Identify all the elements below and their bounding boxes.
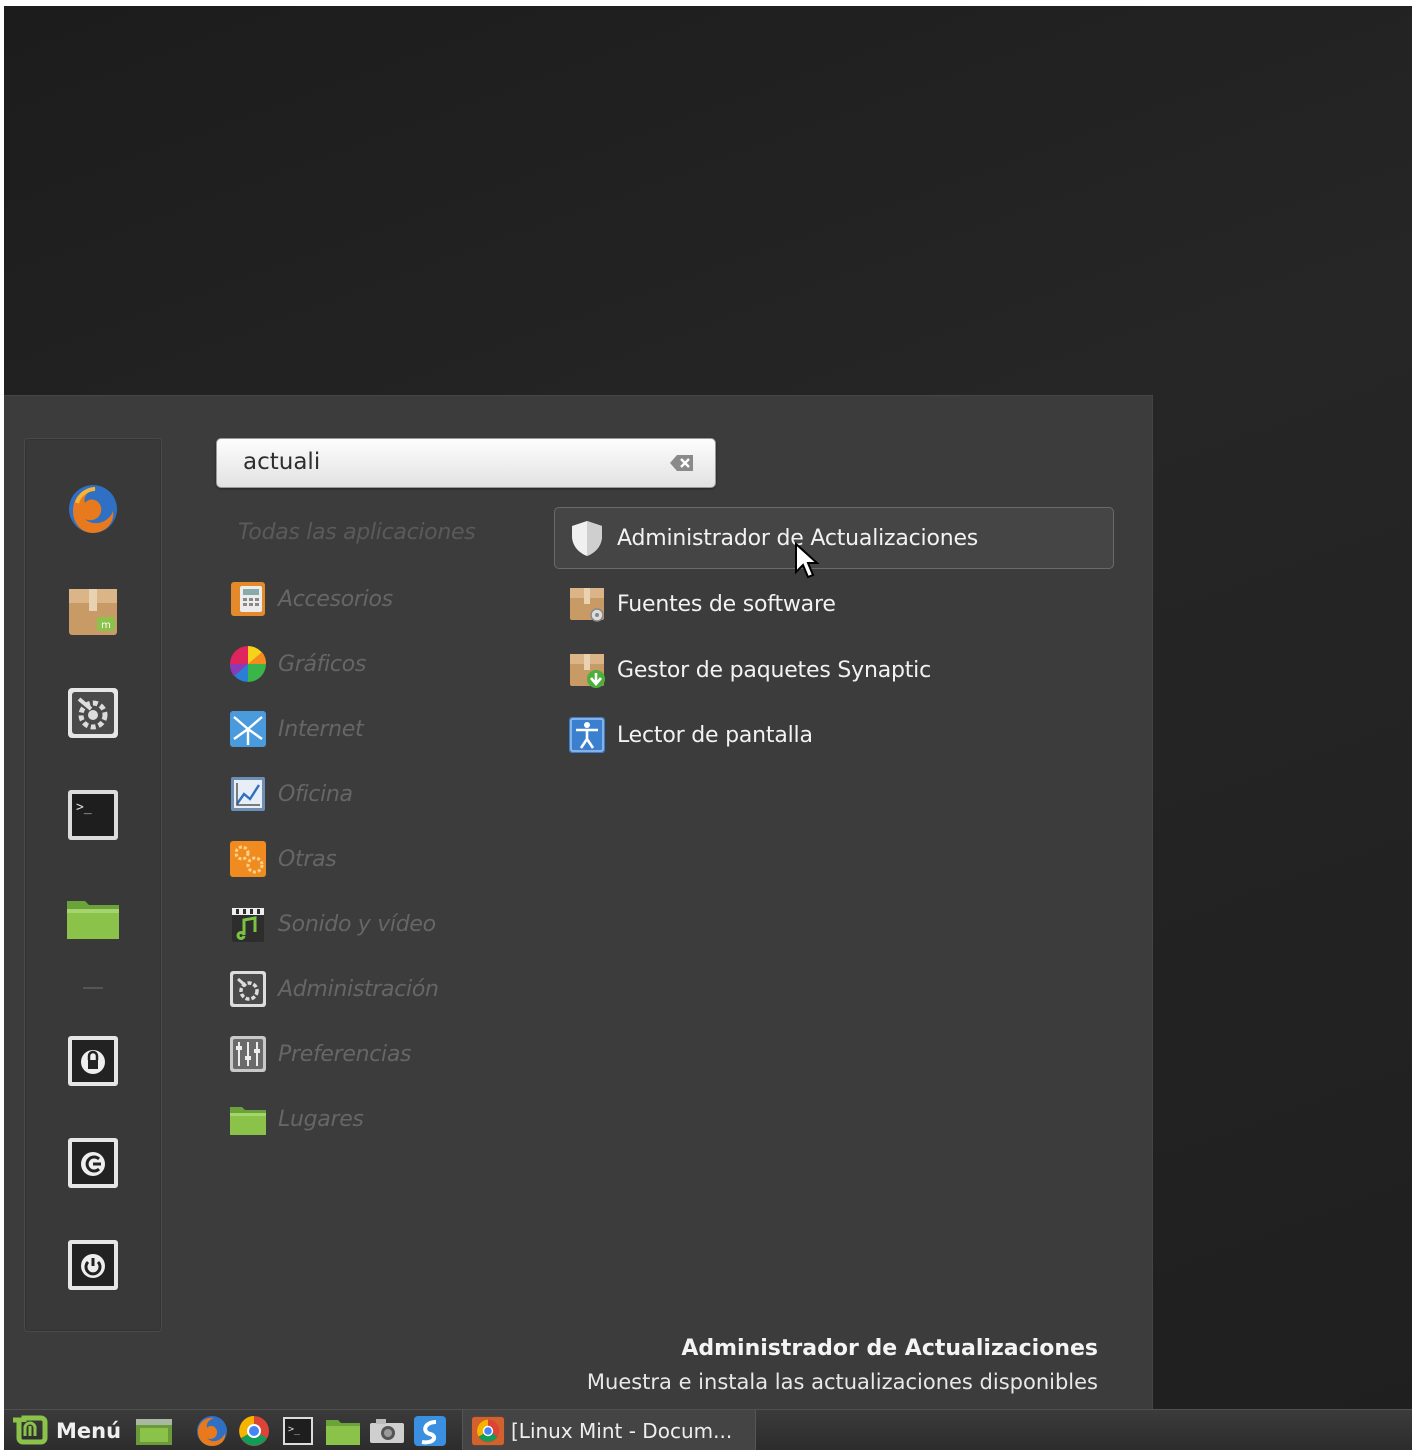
category-label: Accesorios: [278, 586, 393, 612]
chrome-icon: [471, 1416, 505, 1445]
office-icon: [231, 777, 265, 811]
launcher-chrome[interactable]: [236, 1414, 272, 1448]
launcher-terminal[interactable]: >_: [280, 1414, 316, 1448]
category-accesorios[interactable]: Accesorios: [228, 574, 393, 624]
taskbar: Menú >_ [Linux Mint - Docum...: [4, 1409, 1412, 1450]
power-icon: [68, 1240, 118, 1290]
launcher-files[interactable]: [324, 1414, 362, 1448]
accessories-icon: [231, 582, 265, 616]
result-synaptic[interactable]: Gestor de paquetes Synaptic: [554, 639, 1114, 701]
multimedia-icon: [232, 908, 264, 942]
fav-firefox[interactable]: [65, 481, 121, 537]
settings-icon: [68, 688, 118, 738]
fav-system-settings[interactable]: [65, 685, 121, 741]
result-software-sources[interactable]: Fuentes de software: [554, 573, 1114, 635]
menu-button-label: Menú: [56, 1419, 122, 1443]
mouse-cursor-icon: [795, 542, 820, 579]
category-label: Administración: [278, 976, 439, 1002]
search-input[interactable]: [231, 445, 675, 479]
result-label: Lector de pantalla: [617, 722, 813, 748]
preferences-icon: [230, 1036, 266, 1072]
launcher-screenshot[interactable]: [368, 1414, 406, 1448]
category-graficos[interactable]: Gráficos: [228, 639, 366, 689]
firefox-icon: [197, 1416, 227, 1446]
category-sonido-video[interactable]: Sonido y vídeo: [228, 899, 436, 949]
taskbar-window-button[interactable]: [Linux Mint - Docum...: [462, 1410, 756, 1450]
result-screen-reader[interactable]: Lector de pantalla: [554, 704, 1114, 766]
category-label: Gráficos: [278, 651, 367, 677]
category-lugares[interactable]: Lugares: [228, 1094, 364, 1144]
svg-text:>_: >_: [76, 800, 92, 815]
terminal-icon: >_: [68, 790, 118, 840]
category-preferencias[interactable]: Preferencias: [228, 1029, 412, 1079]
result-label: Gestor de paquetes Synaptic: [617, 657, 931, 683]
package-icon: m: [69, 589, 117, 635]
show-desktop-icon: [136, 1419, 172, 1445]
logout-icon: [68, 1138, 118, 1188]
menu-button[interactable]: Menú: [10, 1414, 121, 1448]
swirl-app-icon: [414, 1416, 446, 1446]
accessibility-icon: [569, 717, 605, 753]
shield-icon: [572, 521, 602, 556]
lock-icon: [68, 1036, 118, 1086]
desktop: m >_ actuali Todas las aplicaciones Acce…: [4, 6, 1412, 1450]
fav-logout[interactable]: [65, 1135, 121, 1191]
graphics-icon: [229, 646, 267, 682]
folder-icon: [326, 1420, 360, 1445]
launcher-firefox[interactable]: [194, 1414, 230, 1448]
software-sources-icon: [570, 588, 604, 622]
category-administracion[interactable]: Administración: [228, 964, 439, 1014]
taskbar-window-title: [Linux Mint - Docum...: [511, 1418, 733, 1443]
application-menu: m >_ actuali Todas las aplicaciones Acce…: [4, 395, 1153, 1410]
result-update-manager[interactable]: Administrador de Actualizaciones: [554, 507, 1114, 569]
app-description-title: Administrador de Actualizaciones: [681, 1336, 1098, 1361]
svg-text:>_: >_: [288, 1424, 301, 1435]
category-oficina[interactable]: Oficina: [228, 769, 353, 819]
category-internet[interactable]: Internet: [228, 704, 364, 754]
category-otras[interactable]: Otras: [228, 834, 337, 884]
fav-terminal[interactable]: >_: [65, 787, 121, 843]
category-label: Internet: [278, 716, 364, 742]
category-all-applications[interactable]: Todas las aplicaciones: [238, 520, 476, 545]
places-icon: [230, 1107, 266, 1135]
sidebar-separator: [83, 987, 103, 989]
show-desktop-button[interactable]: [134, 1414, 174, 1448]
category-label: Otras: [278, 846, 337, 872]
category-label: Preferencias: [278, 1041, 412, 1067]
app-description-text: Muestra e instala las actualizaciones di…: [586, 1370, 1098, 1394]
clear-text-icon[interactable]: [669, 453, 695, 473]
result-label: Fuentes de software: [617, 591, 836, 617]
fav-shutdown[interactable]: [65, 1237, 121, 1293]
category-label: Sonido y vídeo: [278, 911, 436, 937]
fav-lock-screen[interactable]: [65, 1033, 121, 1089]
favorites-sidebar: m >_: [24, 438, 162, 1332]
category-label: Lugares: [278, 1106, 364, 1132]
svg-text:m: m: [101, 620, 111, 631]
search-box[interactable]: [216, 438, 716, 488]
administration-icon: [230, 971, 266, 1007]
synaptic-icon: [570, 654, 605, 688]
other-icon: [230, 841, 266, 877]
fav-software-manager[interactable]: m: [65, 583, 121, 639]
fav-files[interactable]: [65, 889, 121, 945]
linux-mint-logo-icon: [13, 1415, 48, 1445]
folder-icon: [67, 901, 119, 939]
terminal-icon: >_: [283, 1417, 313, 1445]
launcher-blue-app[interactable]: [412, 1414, 448, 1448]
category-label: Oficina: [278, 781, 353, 807]
firefox-icon: [69, 485, 117, 533]
camera-icon: [370, 1419, 404, 1443]
chrome-icon: [239, 1416, 269, 1446]
internet-icon: [230, 711, 266, 747]
